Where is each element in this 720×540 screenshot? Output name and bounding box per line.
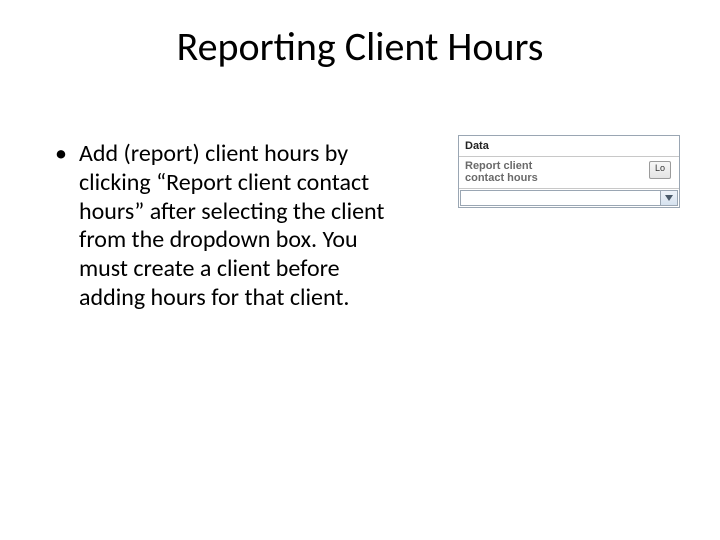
- client-dropdown[interactable]: [459, 188, 679, 207]
- label-line-1: Report client: [465, 160, 532, 172]
- data-panel: Data Report client contact hours Lo: [458, 135, 680, 208]
- page-title: Reporting Client Hours: [0, 22, 720, 71]
- panel-header: Data: [459, 136, 679, 157]
- report-hours-button[interactable]: Lo: [649, 161, 671, 179]
- slide: Reporting Client Hours Add (report) clie…: [0, 0, 720, 540]
- label-line-2: contact hours: [465, 172, 538, 184]
- chevron-down-icon: [665, 195, 673, 201]
- body-text: Add (report) client hours by clicking “R…: [55, 140, 385, 313]
- client-dropdown-input[interactable]: [460, 190, 660, 206]
- report-hours-label: Report client contact hours: [465, 160, 585, 184]
- panel-body: Report client contact hours Lo: [459, 157, 679, 188]
- dropdown-arrow-button[interactable]: [660, 190, 678, 206]
- bullet-item: Add (report) client hours by clicking “R…: [55, 140, 385, 313]
